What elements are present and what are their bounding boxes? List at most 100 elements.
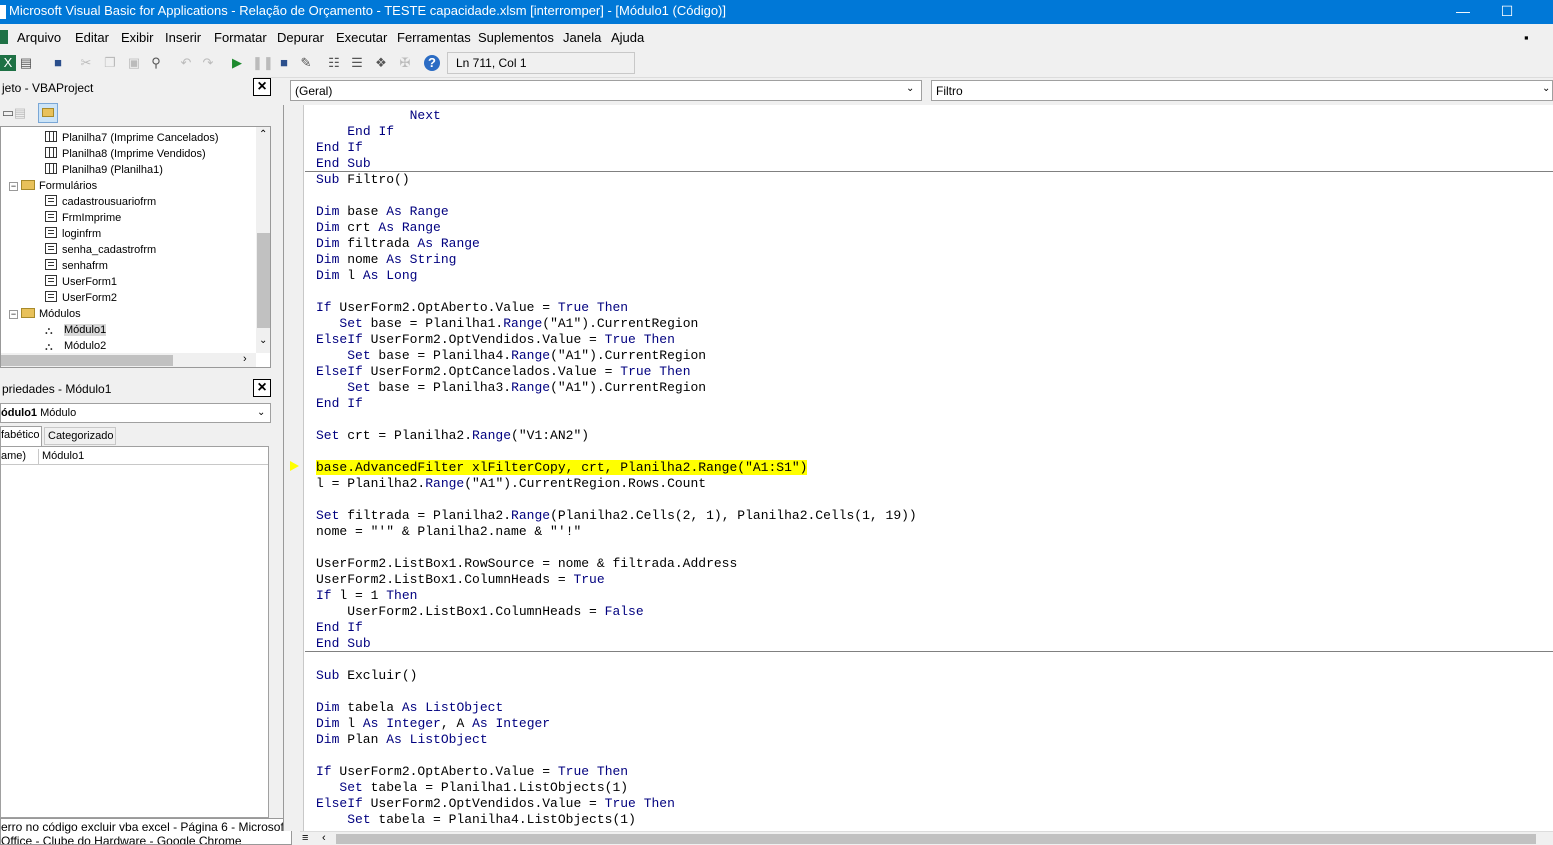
code-line[interactable]: base.AdvancedFilter xlFilterCopy, crt, P… xyxy=(316,460,808,476)
code-line[interactable]: ElseIf UserForm2.OptVendidos.Value = Tru… xyxy=(316,332,675,348)
tree-item[interactable]: senha_cadastrofrm xyxy=(45,242,156,258)
code-line[interactable]: Set crt = Planilha2.Range("V1:AN2") xyxy=(316,428,589,444)
code-line[interactable]: UserForm2.ListBox1.ColumnHeads = False xyxy=(316,604,643,620)
code-line[interactable]: Set base = Planilha4.Range("A1").Current… xyxy=(316,348,706,364)
close-properties-button[interactable]: × xyxy=(253,379,271,397)
menu-ajuda[interactable]: Ajuda xyxy=(611,30,644,45)
code-line[interactable]: Dim crt As Range xyxy=(316,220,441,236)
menu-formatar[interactable]: Formatar xyxy=(214,30,267,45)
tree-item[interactable]: Planilha7 (Imprime Cancelados) xyxy=(45,130,219,146)
tree-item[interactable]: ⛬ Módulo2 xyxy=(45,338,106,354)
code-line[interactable]: Dim Plan As ListObject xyxy=(316,732,488,748)
find-icon[interactable]: ⚲ xyxy=(148,55,164,71)
minimize-button[interactable]: — xyxy=(1440,0,1486,24)
code-line[interactable]: Set base = Planilha3.Range("A1").Current… xyxy=(316,380,706,396)
code-line[interactable]: Dim nome As String xyxy=(316,252,456,268)
cut-icon[interactable]: ✂ xyxy=(78,55,94,71)
close-project-button[interactable]: × xyxy=(253,78,271,96)
menu-depurar[interactable]: Depurar xyxy=(277,30,324,45)
menu-ferramentas[interactable]: Ferramentas xyxy=(397,30,471,45)
help-icon[interactable]: ? xyxy=(424,55,440,71)
tree-item[interactable]: UserForm2 xyxy=(45,290,117,306)
code-line[interactable]: If UserForm2.OptAberto.Value = True Then xyxy=(316,300,628,316)
code-line[interactable]: End If xyxy=(316,620,363,636)
hscroll-thumb[interactable] xyxy=(336,834,1536,844)
scroll-up-icon[interactable]: ⌃ xyxy=(259,129,267,140)
restore-child-button[interactable]: ▪ xyxy=(1524,30,1529,45)
procedure-combo[interactable]: Filtro ⌄ xyxy=(931,80,1553,101)
object-combo[interactable]: (Geral) ⌄ xyxy=(290,80,922,101)
code-line[interactable]: If UserForm2.OptAberto.Value = True Then xyxy=(316,764,628,780)
collapse-icon[interactable]: − xyxy=(9,182,18,191)
scroll-right-icon[interactable]: › xyxy=(243,353,247,365)
break-icon[interactable]: ❚❚ xyxy=(252,55,274,71)
project-explorer-icon[interactable]: ☷ xyxy=(326,55,342,71)
code-line[interactable]: Dim l As Integer, A As Integer xyxy=(316,716,550,732)
code-line[interactable]: Set tabela = Planilha1.ListObjects(1) xyxy=(316,780,628,796)
code-line[interactable]: Sub Excluir() xyxy=(316,668,417,684)
properties-icon[interactable]: ☰ xyxy=(349,55,365,71)
tree-vscroll[interactable]: ⌃ ⌄ xyxy=(256,127,270,353)
tab-alphabetic[interactable]: fabético xyxy=(0,426,42,446)
menu-executar[interactable]: Executar xyxy=(336,30,387,45)
code-editor[interactable]: Next End If End If End Sub Sub Filtro() Dim … xyxy=(283,105,1553,831)
undo-icon[interactable]: ↶ xyxy=(178,55,194,71)
code-line[interactable]: End If xyxy=(316,140,363,156)
menu-exibir[interactable]: Exibir xyxy=(121,30,154,45)
tree-item[interactable]: − Módulos xyxy=(9,306,81,322)
code-line[interactable]: UserForm2.ListBox1.ColumnHeads = True xyxy=(316,572,605,588)
view-excel-icon[interactable]: X xyxy=(0,55,16,71)
code-line[interactable]: End Sub xyxy=(316,636,371,652)
menu-janela[interactable]: Janela xyxy=(563,30,601,45)
tree-hscroll[interactable]: › xyxy=(1,353,256,367)
scroll-down-icon[interactable]: ⌄ xyxy=(259,335,267,346)
code-line[interactable]: Dim base As Range xyxy=(316,204,449,220)
code-line[interactable]: ElseIf UserForm2.OptCancelados.Value = T… xyxy=(316,364,691,380)
code-line[interactable]: End Sub xyxy=(316,156,371,172)
tree-item[interactable]: Planilha8 (Imprime Vendidos) xyxy=(45,146,206,162)
code-line[interactable]: ElseIf UserForm2.OptVendidos.Value = Tru… xyxy=(316,796,675,812)
menu-suplementos[interactable]: Suplementos xyxy=(478,30,554,45)
copy-icon[interactable]: ❐ xyxy=(102,55,118,71)
code-line[interactable]: Next xyxy=(316,108,441,124)
maximize-button[interactable]: ☐ xyxy=(1484,0,1530,24)
tree-item[interactable]: UserForm1 xyxy=(45,274,117,290)
object-browser-icon[interactable]: ❖ xyxy=(373,55,389,71)
code-line[interactable]: Set tabela = Planilha4.ListObjects(1) xyxy=(316,812,636,828)
code-line[interactable]: End If xyxy=(316,124,394,140)
code-line[interactable]: Sub Filtro() xyxy=(316,172,410,188)
property-row[interactable]: ame) Módulo1 xyxy=(1,449,268,465)
redo-icon[interactable]: ↷ xyxy=(200,55,216,71)
code-line[interactable]: Set filtrada = Planilha2.Range(Planilha2… xyxy=(316,508,917,524)
collapse-icon[interactable]: − xyxy=(9,310,18,319)
design-mode-icon[interactable]: ✎ xyxy=(298,55,314,71)
scroll-left-icon[interactable]: ‹ xyxy=(322,832,326,844)
run-icon[interactable]: ▶ xyxy=(229,55,245,71)
tree-item[interactable]: ⛬ Módulo1 xyxy=(45,322,107,338)
tree-item[interactable]: loginfrm xyxy=(45,226,101,242)
code-line[interactable]: Dim tabela As ListObject xyxy=(316,700,503,716)
margin-indicator-bar[interactable] xyxy=(284,105,304,831)
code-line[interactable]: End If xyxy=(316,396,363,412)
tree-item[interactable]: Planilha9 (Planilha1) xyxy=(45,162,163,178)
code-line[interactable]: nome = "'" & Planilha2.name & "'!" xyxy=(316,524,581,540)
reset-icon[interactable]: ■ xyxy=(276,55,292,71)
menu-inserir[interactable]: Inserir xyxy=(165,30,201,45)
toolbox-icon[interactable]: ✠ xyxy=(397,55,413,71)
menu-arquivo[interactable]: Arquivo xyxy=(17,30,61,45)
full-module-view-icon[interactable]: ≡ xyxy=(302,832,308,844)
view-object-icon[interactable]: ▤ xyxy=(12,105,28,121)
menu-editar[interactable]: Editar xyxy=(75,30,109,45)
code-line[interactable]: If l = 1 Then xyxy=(316,588,417,604)
code-line[interactable]: l = Planilha2.Range("A1").CurrentRegion.… xyxy=(316,476,706,492)
tree-item[interactable]: cadastrousuariofrm xyxy=(45,194,156,210)
paste-icon[interactable]: ▣ xyxy=(126,55,142,71)
tree-item[interactable]: FrmImprime xyxy=(45,210,121,226)
code-line[interactable]: Dim filtrada As Range xyxy=(316,236,480,252)
insert-userform-icon[interactable]: ▤ xyxy=(18,55,34,71)
code-line[interactable]: UserForm2.ListBox1.RowSource = nome & fi… xyxy=(316,556,737,572)
scroll-thumb[interactable] xyxy=(257,233,270,328)
hscroll-thumb[interactable] xyxy=(1,355,173,366)
code-hscroll[interactable]: ≡ ‹ xyxy=(300,831,1553,845)
tree-item[interactable]: senhafrm xyxy=(45,258,108,274)
